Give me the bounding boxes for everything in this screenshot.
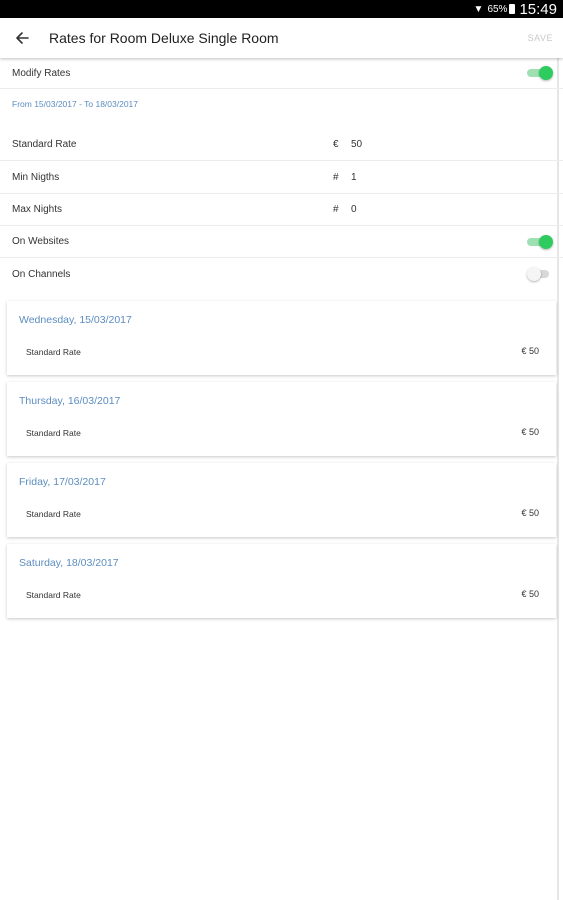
day-date: Saturday, 18/03/2017 bbox=[19, 557, 119, 569]
day-rate-label: Standard Rate bbox=[26, 347, 81, 357]
toggle-thumb bbox=[527, 267, 541, 281]
clock: 15:49 bbox=[519, 0, 557, 18]
standard-rate-row: Standard Rate € 50 bbox=[0, 129, 563, 161]
on-websites-toggle[interactable] bbox=[527, 235, 553, 249]
on-channels-toggle[interactable] bbox=[527, 267, 551, 281]
currency-symbol: € bbox=[333, 139, 339, 150]
standard-rate-input[interactable]: 50 bbox=[351, 139, 362, 150]
day-rate-value: € 50 bbox=[521, 427, 539, 437]
rates-form: Modify Rates From 15/03/2017 - To 18/03/… bbox=[0, 58, 563, 900]
modify-rates-label: Modify Rates bbox=[12, 67, 71, 79]
on-websites-row: On Websites bbox=[0, 226, 563, 258]
day-rate-value: € 50 bbox=[521, 589, 539, 599]
battery-percentage: 65% bbox=[487, 3, 508, 15]
min-nights-input[interactable]: 1 bbox=[351, 172, 357, 183]
max-nights-row: Max Nights # 0 bbox=[0, 194, 563, 226]
toggle-thumb bbox=[539, 66, 553, 80]
on-channels-row: On Channels bbox=[0, 258, 563, 291]
day-rate-label: Standard Rate bbox=[26, 509, 81, 519]
min-nights-row: Min Nigths # 1 bbox=[0, 161, 563, 194]
wifi-icon: ▼ bbox=[473, 3, 484, 15]
day-date: Friday, 17/03/2017 bbox=[19, 476, 106, 488]
battery-icon bbox=[509, 4, 516, 14]
modify-rates-toggle[interactable] bbox=[527, 66, 553, 80]
app-bar: Rates for Room Deluxe Single Room SAVE bbox=[0, 18, 563, 58]
back-arrow-icon[interactable] bbox=[14, 30, 30, 46]
max-nights-input[interactable]: 0 bbox=[351, 204, 357, 215]
on-channels-label: On Channels bbox=[12, 269, 71, 280]
on-websites-label: On Websites bbox=[12, 236, 70, 247]
max-nights-label: Max Nights bbox=[12, 204, 63, 215]
day-date: Wednesday, 15/03/2017 bbox=[19, 314, 132, 326]
page-title: Rates for Room Deluxe Single Room bbox=[49, 30, 279, 46]
date-range-text: From 15/03/2017 - To 18/03/2017 bbox=[12, 99, 139, 109]
day-date: Thursday, 16/03/2017 bbox=[19, 395, 121, 407]
save-button[interactable]: SAVE bbox=[528, 33, 553, 43]
day-rate-card[interactable]: Friday, 17/03/2017 Standard Rate € 50 bbox=[7, 463, 556, 537]
day-rate-card[interactable]: Thursday, 16/03/2017 Standard Rate € 50 bbox=[7, 382, 556, 456]
toggle-thumb bbox=[539, 235, 553, 249]
min-nights-label: Min Nigths bbox=[12, 171, 60, 183]
day-rate-value: € 50 bbox=[521, 508, 539, 518]
date-range-row: From 15/03/2017 - To 18/03/2017 bbox=[0, 89, 563, 119]
hash-symbol: # bbox=[333, 204, 339, 215]
day-rate-card[interactable]: Saturday, 18/03/2017 Standard Rate € 50 bbox=[7, 544, 556, 618]
standard-rate-label: Standard Rate bbox=[12, 139, 77, 150]
status-bar: ▼ 65% 15:49 bbox=[0, 0, 563, 18]
day-rate-label: Standard Rate bbox=[26, 590, 81, 600]
day-rate-value: € 50 bbox=[521, 346, 539, 356]
day-rate-card[interactable]: Wednesday, 15/03/2017 Standard Rate € 50 bbox=[7, 301, 556, 375]
modify-rates-row: Modify Rates bbox=[0, 58, 563, 89]
hash-symbol: # bbox=[333, 171, 339, 183]
day-rate-label: Standard Rate bbox=[26, 428, 81, 438]
